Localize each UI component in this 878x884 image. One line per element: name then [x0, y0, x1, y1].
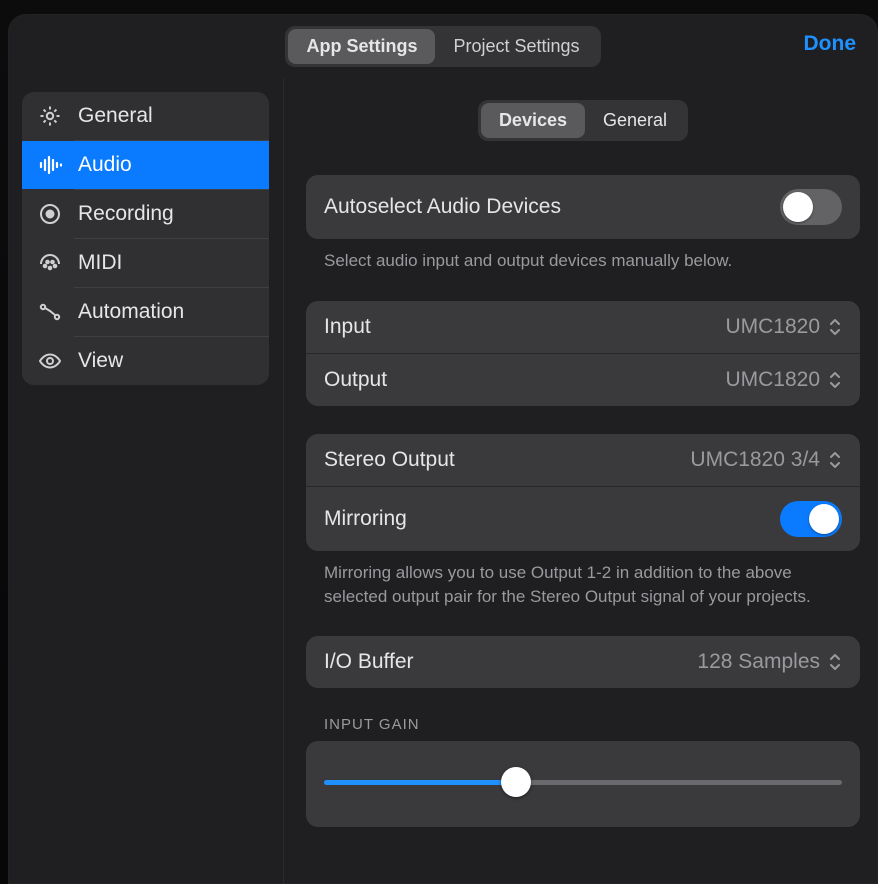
group-io-devices: Input UMC1820 Output UMC1820: [306, 301, 860, 406]
audio-sub-segmented: Devices General: [478, 100, 688, 141]
row-label: Mirroring: [324, 507, 407, 531]
automation-icon: [38, 300, 62, 324]
hint-autoselect: Select audio input and output devices ma…: [306, 249, 860, 273]
sidebar-item-label: Automation: [78, 300, 184, 324]
chevron-up-down-icon: [828, 371, 842, 389]
sidebar-item-label: MIDI: [78, 251, 122, 275]
chevron-up-down-icon: [828, 318, 842, 336]
toggle-knob: [809, 504, 839, 534]
tab-app-settings[interactable]: App Settings: [288, 29, 435, 64]
section-label-input-gain: INPUT GAIN: [306, 716, 860, 733]
gear-icon: [38, 104, 62, 128]
sidebar-item-label: View: [78, 349, 123, 373]
sidebar-item-general[interactable]: General: [22, 92, 269, 140]
tab-general[interactable]: General: [585, 103, 685, 138]
slider-thumb[interactable]: [501, 767, 531, 797]
slider-input-gain[interactable]: [324, 767, 842, 797]
group-stereo: Stereo Output UMC1820 3/4 Mirroring: [306, 434, 860, 551]
midi-icon: [38, 251, 62, 275]
value-text: UMC1820 3/4: [690, 448, 820, 472]
sidebar-list: General Audio: [22, 92, 269, 385]
value-text: 128 Samples: [697, 650, 820, 674]
content-pane: Devices General Autoselect Audio Devices…: [284, 78, 878, 884]
sub-segmented-wrap: Devices General: [306, 100, 860, 141]
top-bar: App Settings Project Settings Done: [8, 14, 878, 78]
eye-icon: [38, 349, 62, 373]
group-input-gain: [306, 741, 860, 827]
value-text: UMC1820: [725, 315, 820, 339]
sidebar-item-audio[interactable]: Audio: [22, 141, 269, 189]
row-label: Input: [324, 315, 371, 339]
tab-devices[interactable]: Devices: [481, 103, 585, 138]
row-value: 128 Samples: [697, 650, 842, 674]
row-io-buffer[interactable]: I/O Buffer 128 Samples: [306, 636, 860, 688]
done-button[interactable]: Done: [804, 32, 857, 56]
toggle-knob: [783, 192, 813, 222]
row-mirroring: Mirroring: [306, 486, 860, 551]
settings-panel: App Settings Project Settings Done Gener…: [8, 14, 878, 884]
row-input[interactable]: Input UMC1820: [306, 301, 860, 353]
row-value: UMC1820: [725, 368, 842, 392]
sidebar-item-label: Recording: [78, 202, 174, 226]
settings-scope-segmented: App Settings Project Settings: [285, 26, 600, 67]
sidebar-item-automation[interactable]: Automation: [22, 288, 269, 336]
value-text: UMC1820: [725, 368, 820, 392]
slider-track-fill: [324, 780, 516, 785]
row-label: Autoselect Audio Devices: [324, 195, 561, 219]
record-icon: [38, 202, 62, 226]
waveform-icon: [38, 153, 62, 177]
sidebar-item-view[interactable]: View: [22, 337, 269, 385]
group-io-buffer: I/O Buffer 128 Samples: [306, 636, 860, 688]
toggle-mirroring[interactable]: [780, 501, 842, 537]
row-label: I/O Buffer: [324, 650, 414, 674]
chevron-up-down-icon: [828, 653, 842, 671]
sidebar: General Audio: [8, 78, 284, 884]
row-label: Stereo Output: [324, 448, 455, 472]
row-stereo-output[interactable]: Stereo Output UMC1820 3/4: [306, 434, 860, 486]
sidebar-item-recording[interactable]: Recording: [22, 190, 269, 238]
toggle-autoselect[interactable]: [780, 189, 842, 225]
group-autoselect: Autoselect Audio Devices: [306, 175, 860, 239]
row-value: UMC1820 3/4: [690, 448, 842, 472]
row-autoselect: Autoselect Audio Devices: [306, 175, 860, 239]
sidebar-item-label: General: [78, 104, 153, 128]
row-output[interactable]: Output UMC1820: [306, 353, 860, 406]
chevron-up-down-icon: [828, 451, 842, 469]
sidebar-item-label: Audio: [78, 153, 132, 177]
tab-project-settings[interactable]: Project Settings: [435, 29, 597, 64]
row-label: Output: [324, 368, 387, 392]
panel-body: General Audio: [8, 78, 878, 884]
row-value: UMC1820: [725, 315, 842, 339]
hint-mirroring: Mirroring allows you to use Output 1-2 i…: [306, 561, 860, 609]
sidebar-item-midi[interactable]: MIDI: [22, 239, 269, 287]
